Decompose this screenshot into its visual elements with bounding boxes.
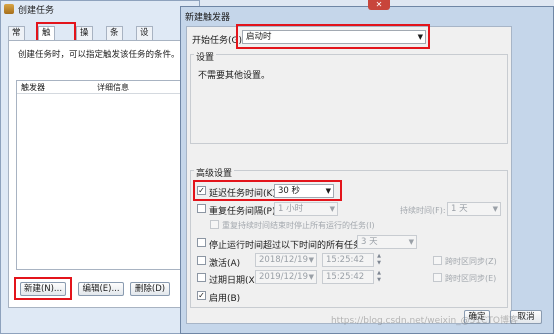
create-task-title: 创建任务 <box>18 6 55 16</box>
chevron-down-icon: ▼ <box>408 238 414 246</box>
activate-sync-label: 跨时区同步(Z) <box>445 257 497 266</box>
expire-time-spinner[interactable]: ▲ ▼ <box>375 270 383 284</box>
expire-date[interactable]: 2019/12/19 ▼ <box>255 270 317 284</box>
enabled-checkbox[interactable]: ✓ <box>197 291 206 300</box>
activate-time-spinner[interactable]: ▲ ▼ <box>375 253 383 267</box>
tab-settings[interactable]: 设置 <box>136 26 153 51</box>
enabled-label: 启用(B) <box>209 294 241 304</box>
tab-general[interactable]: 常规 <box>8 26 25 51</box>
repeat-select[interactable]: 1 小时 ▼ <box>274 202 338 216</box>
list-header: 触发器 详细信息 <box>17 81 185 94</box>
close-icon[interactable]: ✕ <box>368 0 390 10</box>
duration-label: 持续时间(F): <box>400 206 446 215</box>
highlight-delay <box>193 180 342 201</box>
repeat-checkbox[interactable] <box>197 204 206 213</box>
highlight-start-task <box>236 24 430 49</box>
task-scheduler-icon <box>4 4 14 14</box>
dialog-title: 新建触发器 <box>185 13 231 23</box>
delete-trigger-button[interactable]: 删除(D) <box>130 282 170 296</box>
activate-sync-checkbox[interactable] <box>433 256 442 265</box>
highlight-new-button <box>14 277 72 300</box>
settings-text: 不需要其他设置。 <box>198 71 271 81</box>
watermark: https://blog.csdn.net/weixin_@51CTO博客 <box>330 316 518 326</box>
repeat-label: 重复任务间隔(P): <box>209 207 279 217</box>
activate-time[interactable]: 15:25:42 <box>322 253 374 267</box>
expire-time-value: 15:25:42 <box>326 272 365 282</box>
expire-date-value: 2019/12/19 <box>259 272 308 282</box>
tab-actions[interactable]: 操作 <box>76 26 93 51</box>
activate-time-value: 15:25:42 <box>326 255 365 265</box>
tab-conditions[interactable]: 条件 <box>106 26 123 51</box>
edit-trigger-button[interactable]: 编辑(E)... <box>78 282 124 296</box>
repeat-value: 1 小时 <box>278 204 304 214</box>
chevron-down-icon: ▼ <box>329 205 335 213</box>
expire-checkbox[interactable] <box>197 273 206 282</box>
advanced-label: 高级设置 <box>194 166 235 179</box>
duration-value: 1 天 <box>451 204 468 214</box>
activate-date[interactable]: 2018/12/19 ▼ <box>255 253 317 267</box>
highlight-triggers-tab <box>36 22 76 42</box>
triggers-description: 创建任务时，可以指定触发该任务的条件。 <box>18 50 180 60</box>
duration-select[interactable]: 1 天 ▼ <box>447 202 501 216</box>
stop-at-end-checkbox[interactable] <box>210 220 219 229</box>
col-details[interactable]: 详细信息 <box>97 82 129 93</box>
stop-longer-checkbox[interactable] <box>197 238 206 247</box>
activate-date-value: 2018/12/19 <box>259 255 308 265</box>
stop-longer-value: 3 天 <box>361 237 378 247</box>
chevron-down-icon: ▼ <box>308 273 314 281</box>
activate-label: 激活(A) <box>209 259 241 269</box>
stop-at-end-label: 重复持续时间结束时停止所有运行的任务(I) <box>222 221 375 230</box>
expire-time[interactable]: 15:25:42 <box>322 270 374 284</box>
chevron-down-icon: ▼ <box>308 256 314 264</box>
activate-checkbox[interactable] <box>197 256 206 265</box>
expire-sync-label: 跨时区同步(E) <box>445 274 497 283</box>
stop-longer-select[interactable]: 3 天 ▼ <box>357 235 417 249</box>
triggers-list[interactable]: 触发器 详细信息 <box>16 80 186 270</box>
chevron-down-icon: ▼ <box>492 205 498 213</box>
expire-sync-checkbox[interactable] <box>433 273 442 282</box>
expire-label: 过期日期(X): <box>209 276 262 286</box>
stop-longer-label: 停止运行时间超过以下时间的所有任务(L): <box>209 241 378 251</box>
settings-label: 设置 <box>194 50 217 63</box>
col-trigger[interactable]: 触发器 <box>21 82 45 93</box>
